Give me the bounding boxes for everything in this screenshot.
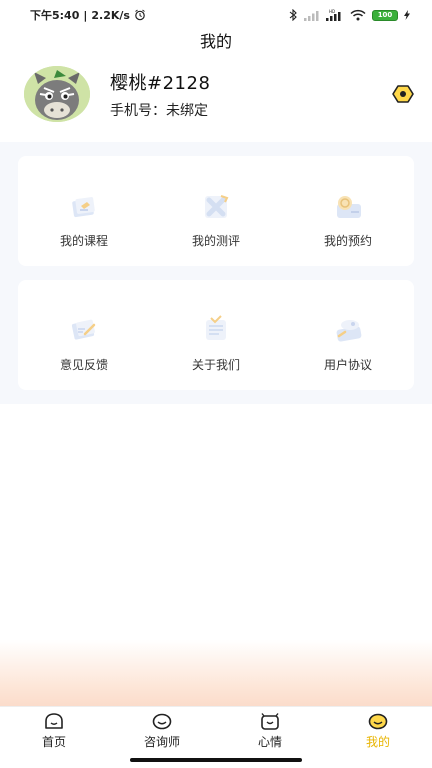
tab-label: 心情 bbox=[257, 735, 282, 749]
status-bar: 下午5:40 | 2.2K/s HD 100 bbox=[0, 0, 432, 30]
mood-face-icon bbox=[261, 713, 279, 730]
counselor-face-icon bbox=[152, 713, 172, 730]
home-face-icon bbox=[45, 713, 63, 729]
tab-counselor[interactable]: 咨询师 bbox=[108, 707, 216, 756]
menu-item-label: 我的课程 bbox=[59, 234, 108, 248]
wifi-icon bbox=[350, 9, 366, 21]
menu-item-appointment[interactable]: 我的预约 bbox=[282, 156, 414, 266]
alarm-icon bbox=[135, 9, 145, 21]
menu-item-feedback[interactable]: 意见反馈 bbox=[18, 280, 150, 390]
appointment-icon bbox=[337, 196, 361, 218]
course-icon bbox=[72, 197, 95, 218]
bottom-decoration bbox=[0, 640, 432, 706]
tab-home[interactable]: 首页 bbox=[0, 707, 108, 756]
menu-item-label: 我的测评 bbox=[191, 234, 240, 248]
tab-bar: 首页 咨询师 心情 我的 bbox=[0, 706, 432, 756]
about-icon bbox=[206, 315, 226, 340]
svg-text:HD: HD bbox=[329, 9, 335, 14]
signal-hd-icon: HD bbox=[326, 9, 341, 21]
avatar[interactable] bbox=[24, 66, 90, 122]
page-title: 我的 bbox=[199, 32, 232, 51]
tab-mine[interactable]: 我的 bbox=[324, 707, 432, 756]
bluetooth-icon bbox=[289, 9, 297, 21]
menu-item-label: 意见反馈 bbox=[59, 358, 108, 372]
menu-item-label: 我的预约 bbox=[323, 234, 372, 248]
zebra-avatar-icon bbox=[24, 66, 90, 122]
menu-item-course[interactable]: 我的课程 bbox=[18, 156, 150, 266]
agreement-icon bbox=[336, 320, 362, 342]
menu-item-about[interactable]: 关于我们 bbox=[150, 280, 282, 390]
profile-phone: 手机号：未绑定 bbox=[110, 102, 208, 119]
menu-item-assessment[interactable]: 我的测评 bbox=[150, 156, 282, 266]
menu-item-agreement[interactable]: 用户协议 bbox=[282, 280, 414, 390]
home-indicator[interactable] bbox=[130, 758, 302, 762]
profile-header[interactable]: 樱桃#2128 手机号：未绑定 bbox=[24, 64, 414, 124]
tab-label: 我的 bbox=[365, 735, 390, 749]
status-speed: 2.2K/s bbox=[91, 8, 130, 22]
menu-item-label: 关于我们 bbox=[191, 358, 240, 372]
tab-mood[interactable]: 心情 bbox=[216, 707, 324, 756]
status-time: 下午5:40 bbox=[30, 9, 80, 22]
menu-card-secondary: 意见反馈 关于我们 用户协议 bbox=[18, 280, 414, 390]
menu-card-primary: 我的课程 我的测评 我的预约 bbox=[18, 156, 414, 266]
mine-face-icon bbox=[368, 713, 388, 730]
menu-item-label: 用户协议 bbox=[323, 358, 372, 372]
profile-name: 樱桃#2128 bbox=[110, 72, 211, 94]
assessment-icon bbox=[205, 195, 229, 218]
eye-icon[interactable] bbox=[392, 84, 414, 104]
charging-icon bbox=[404, 10, 410, 20]
battery-indicator: 100 bbox=[372, 9, 398, 21]
feedback-icon bbox=[71, 319, 96, 340]
signal-icon bbox=[304, 10, 319, 21]
tab-label: 咨询师 bbox=[143, 735, 180, 749]
tab-label: 首页 bbox=[41, 735, 66, 749]
